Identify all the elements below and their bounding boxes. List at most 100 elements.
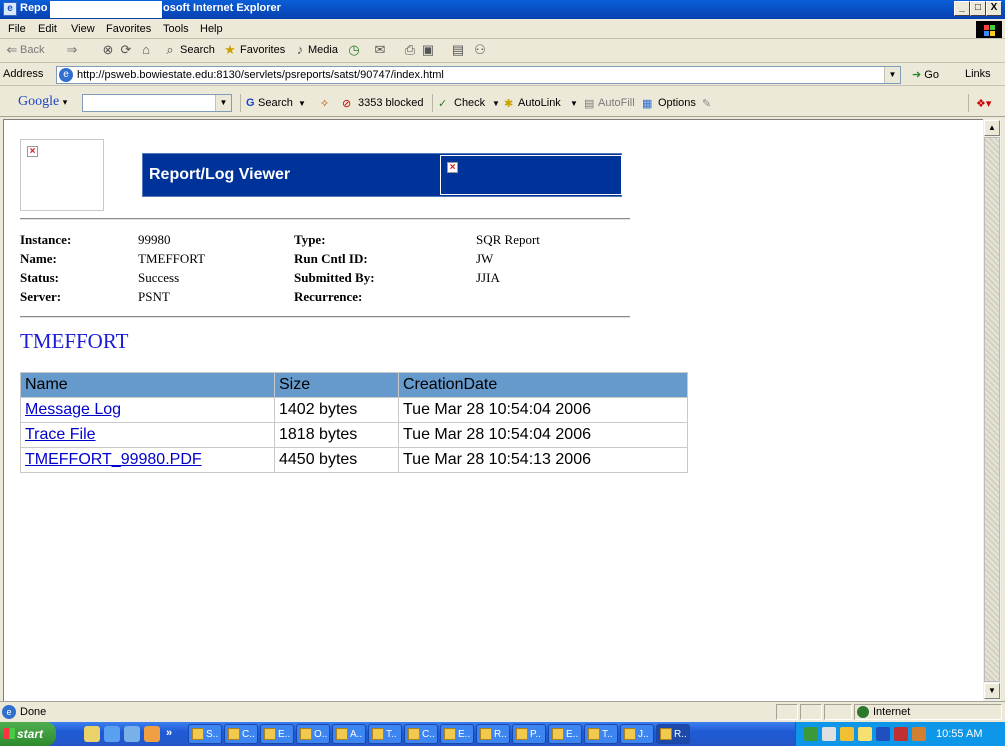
check-button[interactable]: Check xyxy=(454,97,485,109)
menu-edit[interactable]: Edit xyxy=(38,23,57,35)
popup-blocked-count[interactable]: 3353 blocked xyxy=(358,97,423,109)
file-name-cell: Message Log xyxy=(20,397,275,423)
start-button[interactable]: start xyxy=(0,722,56,746)
runcntl-label: Run Cntl ID: xyxy=(294,251,368,266)
go-label: Go xyxy=(924,69,939,81)
submitted-by-label: Submitted By: xyxy=(294,270,375,285)
taskbar-task[interactable]: R.. xyxy=(476,724,510,744)
network-icon[interactable] xyxy=(804,727,818,741)
pagerank-icon[interactable]: ✧ xyxy=(320,97,329,110)
autofill-button[interactable]: AutoFill xyxy=(598,97,635,109)
taskbar-task[interactable]: E.. xyxy=(548,724,582,744)
type-value: SQR Report xyxy=(476,232,540,247)
history-icon[interactable]: ◷ xyxy=(346,42,362,58)
menu-file[interactable]: File xyxy=(8,23,26,35)
menu-favorites[interactable]: Favorites xyxy=(106,23,151,35)
edit-icon[interactable]: ▣ xyxy=(420,42,436,58)
go-button[interactable]: ➜ Go xyxy=(912,68,939,81)
table-row: Message Log 1402 bytes Tue Mar 28 10:54:… xyxy=(20,397,688,423)
close-button[interactable]: X xyxy=(986,1,1002,16)
google-search-button[interactable]: Search xyxy=(258,97,293,109)
security-shield-icon[interactable] xyxy=(894,727,908,741)
ie-launch-icon[interactable] xyxy=(104,726,120,742)
message-log-link[interactable]: Message Log xyxy=(25,401,121,418)
taskbar-task[interactable]: A.. xyxy=(332,724,366,744)
toolbar-separator xyxy=(432,94,433,112)
taskbar-task[interactable]: E.. xyxy=(260,724,294,744)
google-logo-text: Google xyxy=(18,94,60,109)
windows-logo-icon xyxy=(976,21,1002,38)
minimize-button[interactable]: _ xyxy=(954,1,970,16)
address-url[interactable]: http://psweb.bowiestate.edu:8130/servlet… xyxy=(77,69,444,81)
toolbar-separator xyxy=(968,94,969,112)
back-button[interactable]: Back xyxy=(20,44,44,56)
quicklaunch-more-icon[interactable]: » xyxy=(166,727,172,739)
google-search-dropdown-icon[interactable]: ▼ xyxy=(215,95,231,111)
scroll-thumb[interactable] xyxy=(984,137,1000,682)
tray-extra-icon[interactable] xyxy=(912,727,926,741)
search-button[interactable]: Search xyxy=(180,44,215,56)
taskbar-task[interactable]: S.. xyxy=(188,724,222,744)
google-logo[interactable]: Google ▾ xyxy=(18,94,67,110)
outlook-launch-icon[interactable] xyxy=(144,726,160,742)
links-button[interactable]: Links xyxy=(965,68,991,80)
home-icon[interactable]: ⌂ xyxy=(138,42,154,58)
taskbar-task[interactable]: J.. xyxy=(620,724,654,744)
taskbar-task[interactable]: C.. xyxy=(404,724,438,744)
media-button[interactable]: Media xyxy=(308,44,338,56)
translate-icon[interactable]: ❖▾ xyxy=(976,97,991,110)
menu-help[interactable]: Help xyxy=(200,23,223,35)
autolink-dropdown-icon[interactable]: ▼ xyxy=(570,99,578,108)
options-button[interactable]: Options xyxy=(658,97,696,109)
search-dropdown-icon[interactable]: ▼ xyxy=(298,99,306,108)
divider xyxy=(20,316,630,318)
pdf-file-link[interactable]: TMEFFORT_99980.PDF xyxy=(25,451,202,468)
window-title-suffix: osoft Internet Explorer xyxy=(163,2,281,14)
name-value: TMEFFORT xyxy=(138,251,206,266)
check-dropdown-icon[interactable]: ▼ xyxy=(492,99,500,108)
mail-icon[interactable]: ✉ xyxy=(372,42,388,58)
taskbar-task[interactable]: T.. xyxy=(368,724,402,744)
vertical-scrollbar[interactable]: ▲ ▼ xyxy=(983,119,1001,701)
print-icon[interactable]: ⎙ xyxy=(402,42,418,58)
taskbar-task[interactable]: P.. xyxy=(512,724,546,744)
antivirus-icon[interactable] xyxy=(876,727,890,741)
messenger-icon[interactable]: ⚇ xyxy=(472,42,488,58)
taskbar-task[interactable]: E.. xyxy=(440,724,474,744)
address-dropdown-icon[interactable]: ▼ xyxy=(884,67,900,83)
autolink-icon: ✱ xyxy=(504,98,514,110)
column-header-creation-date: CreationDate xyxy=(398,372,688,398)
highlighter-icon[interactable]: ✎ xyxy=(702,97,711,110)
address-input[interactable]: e http://psweb.bowiestate.edu:8130/servl… xyxy=(56,66,901,84)
scroll-down-icon[interactable]: ▼ xyxy=(984,683,1000,699)
forward-arrow-icon[interactable]: ⇒ xyxy=(64,42,80,58)
taskbar-task[interactable]: T.. xyxy=(584,724,618,744)
system-tray: 10:55 AM xyxy=(795,722,1005,746)
taskbar-task-active[interactable]: R.. xyxy=(656,724,690,744)
taskbar-task[interactable]: C.. xyxy=(224,724,258,744)
quicklaunch-app-icon[interactable] xyxy=(124,726,140,742)
menu-view[interactable]: View xyxy=(71,23,95,35)
taskbar-task[interactable]: O.. xyxy=(296,724,330,744)
favorites-button[interactable]: Favorites xyxy=(240,44,285,56)
volume-icon[interactable] xyxy=(822,727,836,741)
server-value: PSNT xyxy=(138,289,170,304)
file-date-cell: Tue Mar 28 10:54:04 2006 xyxy=(398,422,688,448)
refresh-icon[interactable]: ⟳ xyxy=(118,42,134,58)
maximize-button[interactable]: □ xyxy=(970,1,986,16)
back-arrow-icon: ⇐ xyxy=(6,42,18,57)
scroll-up-icon[interactable]: ▲ xyxy=(984,120,1000,136)
autolink-button[interactable]: AutoLink xyxy=(518,97,561,109)
google-search-input[interactable]: ▼ xyxy=(82,94,232,112)
trace-file-link[interactable]: Trace File xyxy=(25,426,96,443)
stop-icon[interactable]: ⊗ xyxy=(100,42,116,58)
menu-tools[interactable]: Tools xyxy=(163,23,189,35)
file-name-cell: Trace File xyxy=(20,422,275,448)
tray-app-icon[interactable] xyxy=(840,727,854,741)
standard-toolbar: ⇐ Back ⇒ ⊗ ⟳ ⌂ ⌕ Search ★ Favorites ♪ Me… xyxy=(0,39,1005,63)
autofill-icon: ▤ xyxy=(584,98,595,110)
mypc-icon[interactable] xyxy=(858,727,872,741)
discuss-icon[interactable]: ▤ xyxy=(450,42,466,58)
show-desktop-icon[interactable] xyxy=(84,726,100,742)
report-files-table: Name Size CreationDate Message Log 1402 … xyxy=(20,372,688,473)
